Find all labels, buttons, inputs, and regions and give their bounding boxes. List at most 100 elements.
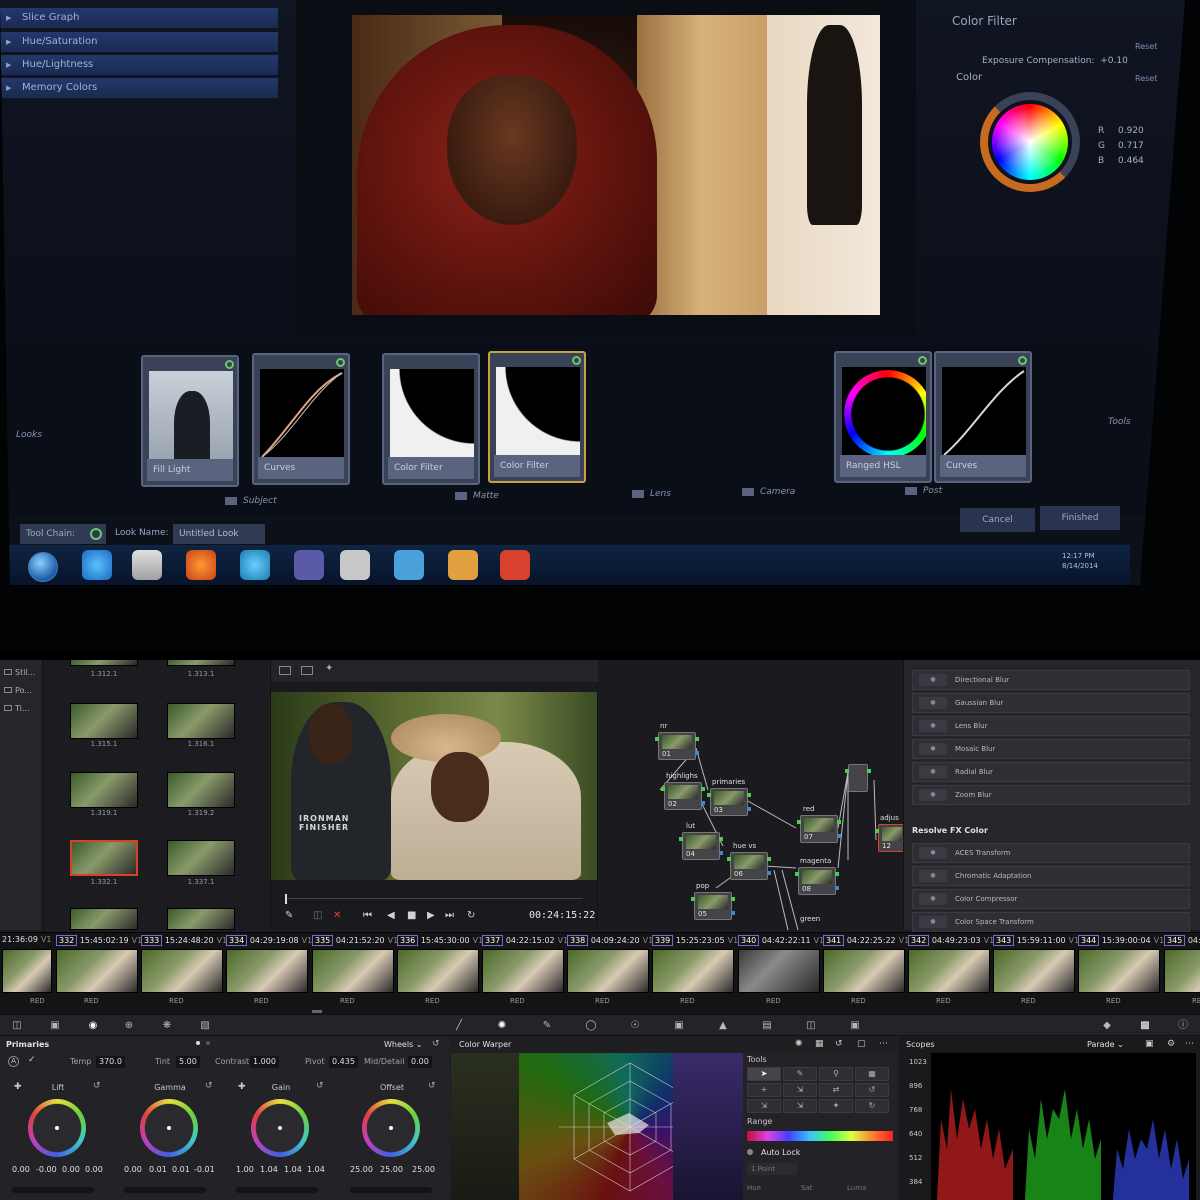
tint-value[interactable]: 5.00 (176, 1056, 200, 1068)
node-magenta[interactable]: 08 (795, 867, 839, 895)
scopes-icon[interactable]: ▩ (1138, 1020, 1152, 1031)
playhead[interactable] (285, 894, 287, 904)
lift-b[interactable]: 0.00 (85, 1165, 103, 1174)
add-point-icon[interactable]: + (747, 1083, 781, 1097)
viewer-image[interactable]: IRONMAN FINISHER (271, 692, 597, 880)
tool-chain-toggle[interactable]: Tool Chain: (20, 524, 106, 544)
fx-color-space-transform[interactable]: ● Color Space Transform (912, 912, 1190, 932)
converge-icon[interactable]: ⇄ (819, 1083, 853, 1097)
node-pop[interactable]: 05 (691, 892, 735, 920)
fx-mosaic-blur[interactable]: ● Mosaic Blur (912, 739, 1190, 759)
middetail-value[interactable]: 0.00 (408, 1056, 432, 1068)
hdr-icon[interactable]: ⊕ (122, 1020, 136, 1031)
exposure-compensation[interactable]: Exposure Compensation: +0.10 (982, 56, 1128, 66)
gain-master-slider[interactable] (236, 1187, 318, 1193)
enabled-icon[interactable] (918, 356, 927, 365)
warper-reset-icon[interactable]: ↺ (835, 1039, 843, 1049)
first-frame-icon[interactable]: ⏮ (363, 910, 372, 921)
warper-options-icon[interactable]: ▢ (857, 1039, 866, 1049)
node-mixer[interactable] (845, 764, 871, 792)
picker-icon[interactable]: ✎ (285, 910, 293, 921)
page-dot[interactable] (206, 1041, 210, 1045)
mute-icon[interactable]: ✕ (333, 910, 341, 921)
node-graph[interactable]: nr 01 highlighs 02 primaries 03 lut 04 h… (598, 660, 904, 930)
more-options-icon[interactable]: ⋯ (1185, 1039, 1194, 1049)
scrub-bar[interactable] (285, 898, 583, 899)
still-thumbnail[interactable] (167, 772, 235, 808)
media-player-icon[interactable] (132, 550, 162, 580)
sizing-icon[interactable]: ◫ (804, 1020, 818, 1031)
gamma-wheel[interactable] (140, 1099, 198, 1157)
clip-thumbnail[interactable] (567, 949, 649, 993)
app-icon[interactable] (294, 550, 324, 580)
tool-card-color-filter-selected[interactable]: Color Filter (488, 351, 586, 483)
gamma-y[interactable]: 0.00 (124, 1165, 142, 1174)
still-thumbnail[interactable] (167, 660, 235, 666)
warper-view-icon[interactable]: ✺ (795, 1039, 803, 1049)
primaries-icon[interactable]: ◉ (86, 1020, 100, 1031)
reset-color-button[interactable]: Reset (1135, 74, 1157, 83)
look-name-field[interactable]: Untitled Look (173, 524, 265, 544)
explorer-icon[interactable] (340, 550, 370, 580)
tool-card-ranged-hsl[interactable]: Ranged HSL (834, 351, 932, 483)
group-camera[interactable]: Camera (742, 487, 795, 497)
fx-aces-transform[interactable]: ● ACES Transform (912, 843, 1190, 863)
play-icon[interactable]: ▶ (427, 910, 435, 921)
lift-picker-icon[interactable]: ✚ (14, 1082, 22, 1092)
info-icon[interactable]: ⓘ (1176, 1020, 1190, 1031)
gain-picker-icon[interactable]: ✚ (238, 1082, 246, 1092)
offset-master-slider[interactable] (350, 1187, 432, 1193)
key-icon[interactable]: ▤ (760, 1020, 774, 1031)
clip-thumbnail[interactable] (1164, 949, 1200, 993)
lift-y[interactable]: 0.00 (12, 1165, 30, 1174)
offset-wheel[interactable] (362, 1099, 420, 1157)
menu-item-memory-colors[interactable]: Memory Colors (0, 78, 278, 98)
window-icon[interactable]: ◯ (584, 1020, 598, 1031)
clip-thumbnail[interactable] (738, 949, 820, 993)
clip-thumbnail[interactable] (56, 949, 138, 993)
gamma-master-slider[interactable] (124, 1187, 206, 1193)
expand-icon[interactable]: ▣ (1145, 1039, 1154, 1049)
enabled-icon[interactable] (572, 356, 581, 365)
menu-item-hue-lightness[interactable]: Hue/Lightness (0, 55, 278, 75)
still-thumbnail[interactable] (70, 703, 138, 739)
auto-lock-toggle[interactable]: Auto Lock (747, 1148, 800, 1157)
gallery-tab-timelines[interactable]: Ti... (4, 704, 30, 713)
offset-g[interactable]: 25.00 (380, 1165, 403, 1174)
reset-icon[interactable]: ↺ (432, 1039, 440, 1049)
gallery-tab-powergrade[interactable]: Po... (4, 686, 32, 695)
clock[interactable]: 12:17 PM 8/14/2014 (1062, 551, 1098, 571)
scopes-mode-select[interactable]: Parade ⌄ (1087, 1040, 1124, 1049)
still-thumbnail-selected[interactable] (70, 840, 138, 876)
loop-icon[interactable]: ↻ (467, 910, 475, 921)
more-options-icon[interactable]: ⋯ (879, 1039, 888, 1049)
still-thumbnail[interactable] (167, 840, 235, 876)
vlc-icon[interactable] (448, 550, 478, 580)
qualifier-icon[interactable]: ✎ (540, 1020, 554, 1031)
node-nr[interactable]: 01 (655, 732, 699, 760)
g-value-row[interactable]: G 0.717 (1098, 141, 1144, 151)
color-match-icon[interactable]: ▣ (48, 1020, 62, 1031)
warper-grid-icon[interactable]: ▦ (815, 1039, 824, 1049)
gamma-g[interactable]: 0.01 (172, 1165, 190, 1174)
auto-balance-icon[interactable]: A (8, 1056, 19, 1067)
magic-wand-icon[interactable]: ✦ (325, 663, 337, 674)
group-subject[interactable]: Subject (225, 496, 277, 506)
pin-tool-icon[interactable]: ⚲ (819, 1067, 853, 1081)
enabled-icon[interactable] (1018, 356, 1027, 365)
tool-card-curves-post[interactable]: Curves (934, 351, 1032, 483)
cancel-button[interactable]: Cancel (960, 508, 1035, 532)
clip-thumbnail[interactable] (1078, 949, 1160, 993)
internet-explorer-icon[interactable] (82, 550, 112, 580)
camera-raw-icon[interactable]: ◫ (10, 1020, 24, 1031)
app-red-icon[interactable] (500, 550, 530, 580)
lift-reset-icon[interactable]: ↺ (93, 1081, 101, 1091)
gamma-b[interactable]: -0.01 (194, 1165, 215, 1174)
offset-reset-icon[interactable]: ↺ (428, 1081, 436, 1091)
still-thumbnail[interactable] (70, 772, 138, 808)
select-all-icon[interactable]: ✦ (819, 1099, 853, 1113)
clip-thumbnail[interactable] (482, 949, 564, 993)
move-point-icon[interactable]: ⇲ (783, 1083, 817, 1097)
layers-icon[interactable]: ◫ (313, 910, 322, 921)
curves-icon[interactable]: ╱ (452, 1020, 466, 1031)
